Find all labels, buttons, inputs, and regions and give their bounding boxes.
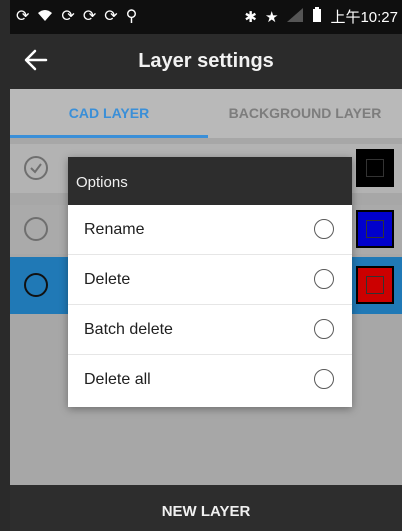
page-title: Layer settings bbox=[138, 50, 274, 72]
layer-checkbox[interactable] bbox=[24, 156, 48, 180]
layer-color-swatch[interactable] bbox=[356, 266, 394, 304]
new-layer-label: NEW LAYER bbox=[161, 503, 251, 520]
status-bar: ⟳ ⟳ ⟳ ⟳ ⚲ ✱ ★ 上午10:27 bbox=[10, 0, 402, 34]
sync-icon: ⟳ bbox=[16, 8, 30, 25]
layer-color-swatch[interactable] bbox=[356, 210, 394, 248]
sync-icon: ⟳ bbox=[61, 8, 75, 25]
radio-button[interactable] bbox=[314, 369, 334, 389]
battery-icon bbox=[312, 7, 322, 29]
status-left-icons: ⟳ ⟳ ⟳ ⟳ ⚲ bbox=[16, 7, 137, 29]
star-icon: ★ bbox=[265, 9, 279, 26]
option-label: Batch delete bbox=[84, 321, 173, 338]
left-bezel bbox=[0, 0, 10, 531]
swatch-inner bbox=[366, 276, 384, 294]
option-label: Delete all bbox=[84, 371, 151, 388]
layer-color-swatch[interactable] bbox=[356, 149, 394, 187]
layer-checkbox[interactable] bbox=[24, 273, 48, 297]
option-delete[interactable]: Delete bbox=[68, 255, 352, 305]
dialog-header: Options bbox=[68, 157, 352, 205]
options-dialog: Options Rename Delete Batch delete Delet… bbox=[68, 157, 352, 407]
tab-cad-layer[interactable]: CAD LAYER bbox=[10, 89, 208, 138]
swatch-inner bbox=[366, 159, 384, 177]
signal-icon bbox=[286, 7, 304, 29]
swatch-inner bbox=[366, 220, 384, 238]
radio-button[interactable] bbox=[314, 269, 334, 289]
usb-icon: ⚲ bbox=[125, 8, 138, 25]
action-bar: Layer settings bbox=[10, 34, 402, 89]
wifi-icon bbox=[37, 7, 53, 29]
layer-checkbox[interactable] bbox=[24, 217, 48, 241]
screen: ⟳ ⟳ ⟳ ⟳ ⚲ ✱ ★ 上午10:27 Layer settings CAD… bbox=[10, 0, 402, 531]
sync-icon: ⟳ bbox=[82, 8, 97, 25]
option-label: Rename bbox=[84, 221, 145, 238]
option-rename[interactable]: Rename bbox=[68, 205, 352, 255]
option-batch-delete[interactable]: Batch delete bbox=[68, 305, 352, 355]
tab-bar: CAD LAYER BACKGROUND LAYER bbox=[10, 89, 402, 138]
tab-background-layer[interactable]: BACKGROUND LAYER bbox=[208, 89, 402, 138]
sync-icon: ⟳ bbox=[104, 8, 118, 25]
option-label: Delete bbox=[84, 271, 131, 288]
status-right-icons: ✱ ★ 上午10:27 bbox=[244, 7, 398, 29]
new-layer-button[interactable]: NEW LAYER bbox=[10, 485, 402, 531]
tab-indicator bbox=[10, 135, 208, 138]
radio-button[interactable] bbox=[314, 319, 334, 339]
radio-button[interactable] bbox=[314, 219, 334, 239]
option-delete-all[interactable]: Delete all bbox=[68, 355, 352, 405]
bluetooth-icon: ✱ bbox=[244, 9, 257, 26]
status-time: 上午10:27 bbox=[330, 9, 398, 26]
dialog-title: Options bbox=[76, 174, 128, 191]
